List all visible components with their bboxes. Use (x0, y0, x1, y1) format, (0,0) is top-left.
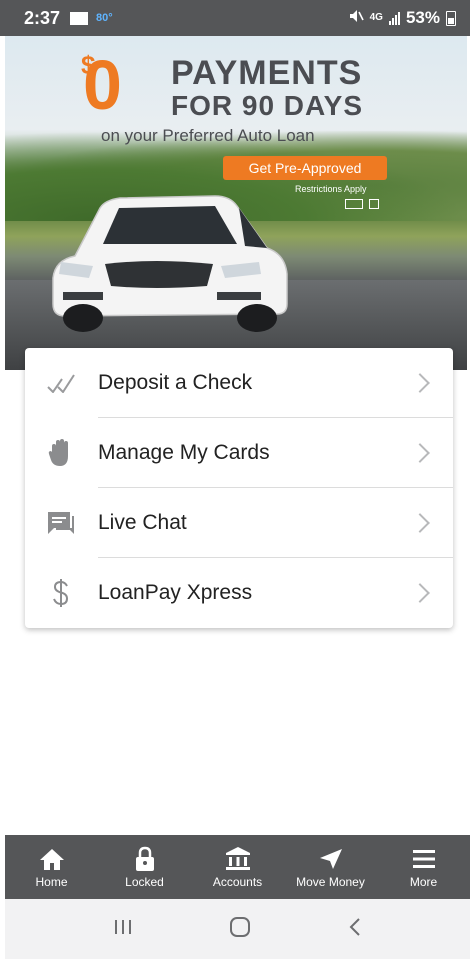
nav-home[interactable]: Home (5, 835, 98, 899)
restrictions-note: Restrictions Apply (295, 184, 367, 194)
chevron-right-icon (410, 443, 430, 463)
network-type: 4G (369, 12, 383, 23)
menu-item-live-chat[interactable]: Live Chat (25, 488, 453, 558)
menu-item-manage-cards[interactable]: Manage My Cards (25, 418, 453, 488)
nav-label: Locked (125, 875, 164, 889)
nav-move-money[interactable]: Move Money (284, 835, 377, 899)
nav-label: Accounts (212, 875, 263, 889)
nav-locked[interactable]: Locked (98, 835, 191, 899)
lock-icon (134, 845, 156, 873)
menu-item-label: Manage My Cards (98, 441, 270, 464)
quick-actions-menu: Deposit a Check Manage My Cards Live Cha… (25, 348, 453, 628)
nav-more[interactable]: More (377, 835, 470, 899)
home-icon (39, 845, 65, 873)
check-deposit-icon (45, 367, 77, 399)
promo-headline: PAYMENTS (171, 54, 363, 92)
promo-zero: 0 (83, 46, 122, 124)
status-indicators: 4G 53% (348, 8, 456, 28)
promo-banner[interactable]: $ 0 PAYMENTS FOR 90 DAYS on your Preferr… (5, 36, 467, 370)
bottom-navigation: Home Locked Accounts Move Money More (5, 835, 470, 899)
dollar-icon (45, 577, 77, 609)
chevron-right-icon (410, 583, 430, 603)
status-time: 2:37 (24, 7, 61, 28)
menu-item-loanpay-xpress[interactable]: LoanPay Xpress (25, 558, 453, 628)
status-bar: 2:37 80° 4G 53% (0, 0, 470, 36)
menu-item-label: Deposit a Check (98, 371, 253, 394)
battery-icon (446, 10, 456, 26)
send-icon (318, 845, 344, 873)
menu-icon (412, 845, 436, 873)
mute-icon (348, 9, 364, 27)
menu-item-label: LoanPay Xpress (98, 581, 253, 604)
back-icon[interactable] (348, 917, 362, 942)
battery-percent: 53% (405, 8, 440, 27)
status-temperature: 80° (96, 12, 113, 24)
get-pre-approved-button[interactable]: Get Pre-Approved (223, 156, 387, 180)
promo-tagline: on your Preferred Auto Loan (101, 126, 315, 145)
home-button-icon[interactable] (228, 916, 252, 943)
promo-subheadline: FOR 90 DAYS (171, 90, 364, 121)
bank-icon (225, 845, 251, 873)
chat-bubble-icon (45, 507, 77, 539)
nav-label: Move Money (296, 875, 365, 889)
recent-apps-icon[interactable] (113, 918, 133, 941)
menu-item-deposit-check[interactable]: Deposit a Check (25, 348, 453, 418)
nav-label: Home (35, 875, 68, 889)
chevron-right-icon (410, 513, 430, 533)
system-navigation-bar (5, 899, 470, 959)
hand-icon (45, 437, 77, 469)
car-image (52, 195, 288, 332)
nav-label: More (409, 875, 438, 889)
equal-housing-logos (345, 199, 379, 209)
mail-icon (70, 11, 89, 25)
nav-accounts[interactable]: Accounts (191, 835, 284, 899)
menu-item-label: Live Chat (98, 511, 187, 534)
chevron-right-icon (410, 373, 430, 393)
signal-icon (388, 11, 400, 25)
